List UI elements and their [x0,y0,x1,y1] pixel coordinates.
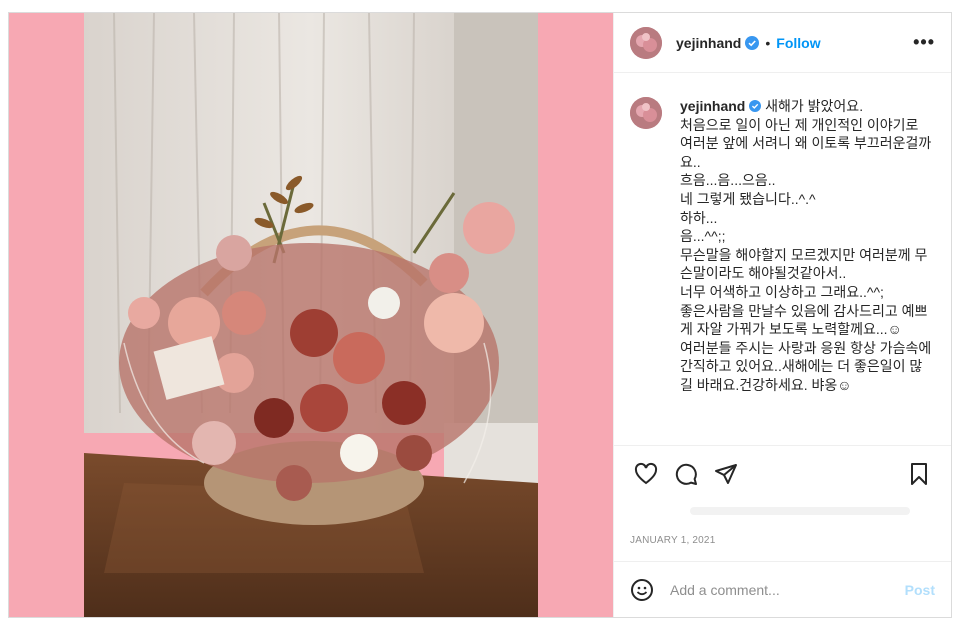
likes-placeholder [630,501,935,523]
caption-body: yejinhand 새해가 밝았어요. 처음으로 일이 아닌 제 개인적인 이야… [680,97,935,395]
instagram-post: yejinhand • Follow ••• yejinhand 새해가 밝았어… [8,12,952,618]
page: yejinhand • Follow ••• yejinhand 새해가 밝았어… [0,0,960,621]
emoji-icon[interactable] [630,578,654,602]
verified-badge-icon [745,35,760,50]
action-bar [614,445,951,501]
caption-username[interactable]: yejinhand [680,98,745,114]
comment-input[interactable] [670,581,905,598]
header-separator: • [765,34,771,51]
caption: yejinhand 새해가 밝았어요. 처음으로 일이 아닌 제 개인적인 이야… [630,97,935,395]
bookmark-icon [911,462,927,485]
caption-text: 새해가 밝았어요. 처음으로 일이 아닌 제 개인적인 이야기로 여러분 앞에 … [680,98,932,393]
comment-icon [675,463,697,485]
follow-button[interactable]: Follow [776,35,820,51]
comments-section: yejinhand 새해가 밝았어요. 처음으로 일이 아닌 제 개인적인 이야… [614,73,951,445]
caption-verified-badge-icon [749,100,762,112]
post-date: JANUARY 1, 2021 [630,535,716,546]
comment-button[interactable] [666,454,706,494]
post-comment-button[interactable]: Post [905,582,935,598]
add-comment-bar: Post [614,561,951,617]
post-media[interactable] [9,13,613,617]
more-options-icon[interactable]: ••• [913,32,935,53]
header-username[interactable]: yejinhand [676,35,741,51]
share-button[interactable] [706,454,746,494]
save-button[interactable] [899,454,939,494]
share-icon [715,463,737,484]
caption-avatar[interactable] [630,97,662,129]
heart-icon [634,462,658,484]
avatar[interactable] [630,26,662,59]
like-button[interactable] [626,454,666,494]
flower-basket-photo [84,13,538,617]
post-header: yejinhand • Follow ••• [614,13,951,73]
post-details-panel: yejinhand • Follow ••• yejinhand 새해가 밝았어… [613,13,951,617]
